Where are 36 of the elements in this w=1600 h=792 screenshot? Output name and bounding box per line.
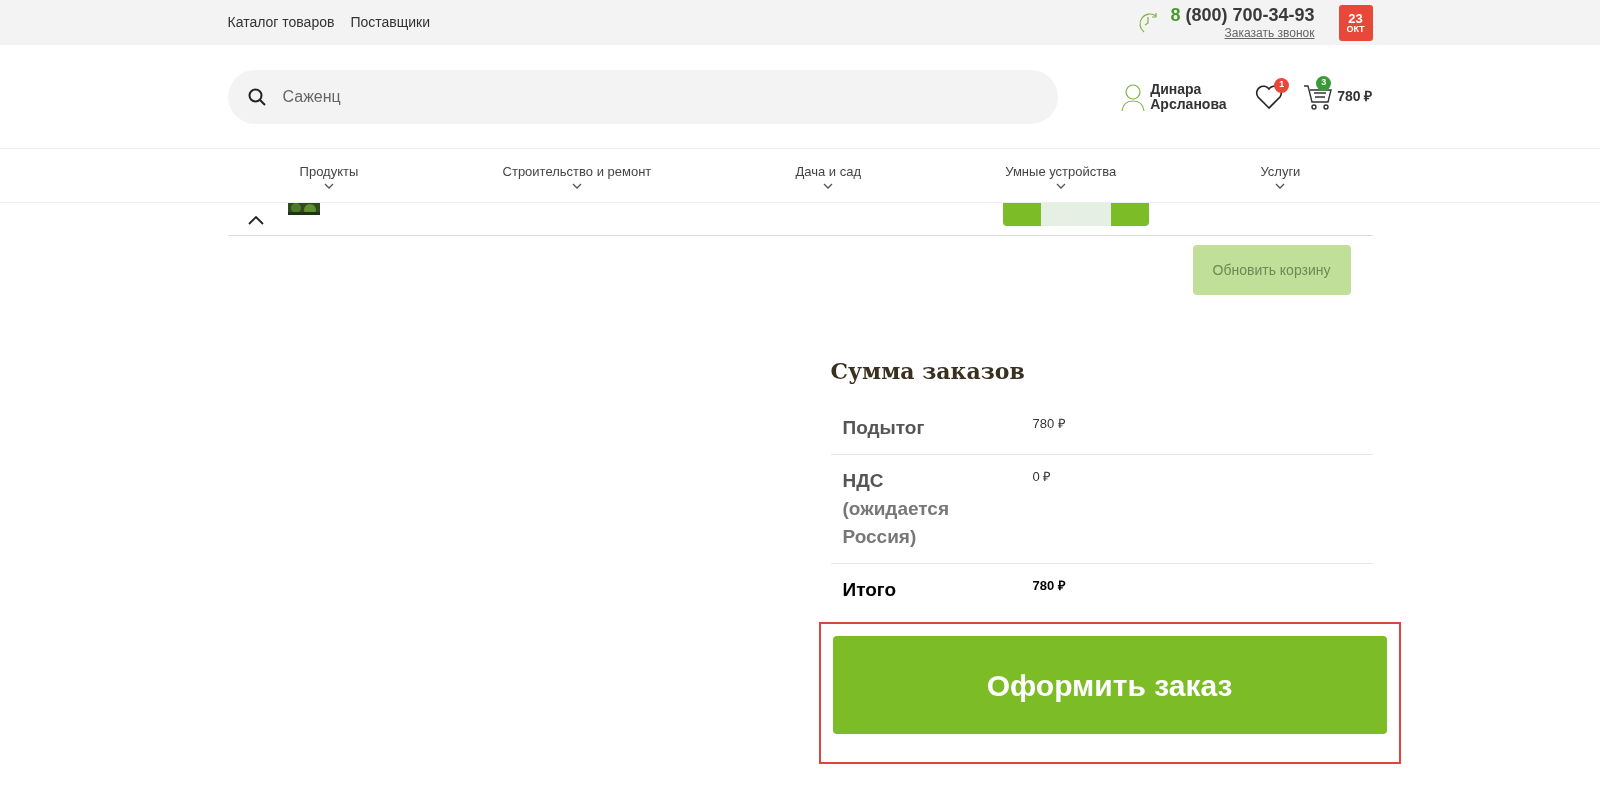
top-nav-link[interactable]: Каталог товаров [227, 12, 335, 33]
summary-label: Итого [842, 579, 897, 600]
date-badge: 23 ОКТ [1338, 4, 1373, 41]
phone-number: (800) 700-34-93 [1185, 4, 1315, 25]
callback-link[interactable]: Заказать звонок [1224, 26, 1315, 42]
top-nav-link[interactable]: Поставщики [350, 12, 431, 33]
favorites-count-badge: 1 [1274, 77, 1290, 93]
cart-total[interactable]: 780 ₽ [1337, 86, 1373, 107]
increase-quantity-button[interactable] [1110, 203, 1149, 226]
category-menu-item[interactable]: Услуги [1260, 161, 1301, 182]
category-menu-item[interactable]: Продукты [299, 161, 359, 182]
chevron-down-icon [1275, 183, 1286, 190]
phone-prefix: 8 [1170, 4, 1181, 25]
summary-value: 780 ₽ [1032, 415, 1066, 433]
summary-value: 780 ₽ [1032, 577, 1066, 595]
category-menu-item[interactable]: Строительство и ремонт [502, 161, 652, 182]
chevron-down-icon [1055, 183, 1066, 190]
summary-label: НДС [842, 470, 884, 491]
chevron-down-icon [823, 183, 834, 190]
summary-label: Подытог [842, 417, 925, 438]
user-name[interactable]: Динара Арсланова [1150, 81, 1236, 112]
chevron-down-icon [323, 183, 334, 190]
category-menu-item[interactable]: Умные устройства [1005, 161, 1117, 182]
cart-count-badge: 3 [1316, 75, 1332, 91]
summary-value: 0 ₽ [1032, 468, 1052, 486]
decrease-quantity-button[interactable] [1002, 203, 1041, 226]
quantity-field[interactable] [1040, 203, 1111, 226]
collapse-chevron-icon[interactable] [247, 215, 264, 225]
heart-icon[interactable] [1255, 83, 1284, 110]
user-avatar-icon[interactable] [1120, 81, 1147, 112]
order-summary-title: Сумма заказов [830, 357, 1026, 386]
search-icon [247, 87, 266, 106]
chevron-down-icon [571, 183, 582, 190]
category-menu-item[interactable]: Дача и сад [795, 161, 862, 182]
search-field[interactable]: Саженц [227, 69, 1058, 124]
summary-note: (ожидается Россия) [842, 497, 950, 549]
